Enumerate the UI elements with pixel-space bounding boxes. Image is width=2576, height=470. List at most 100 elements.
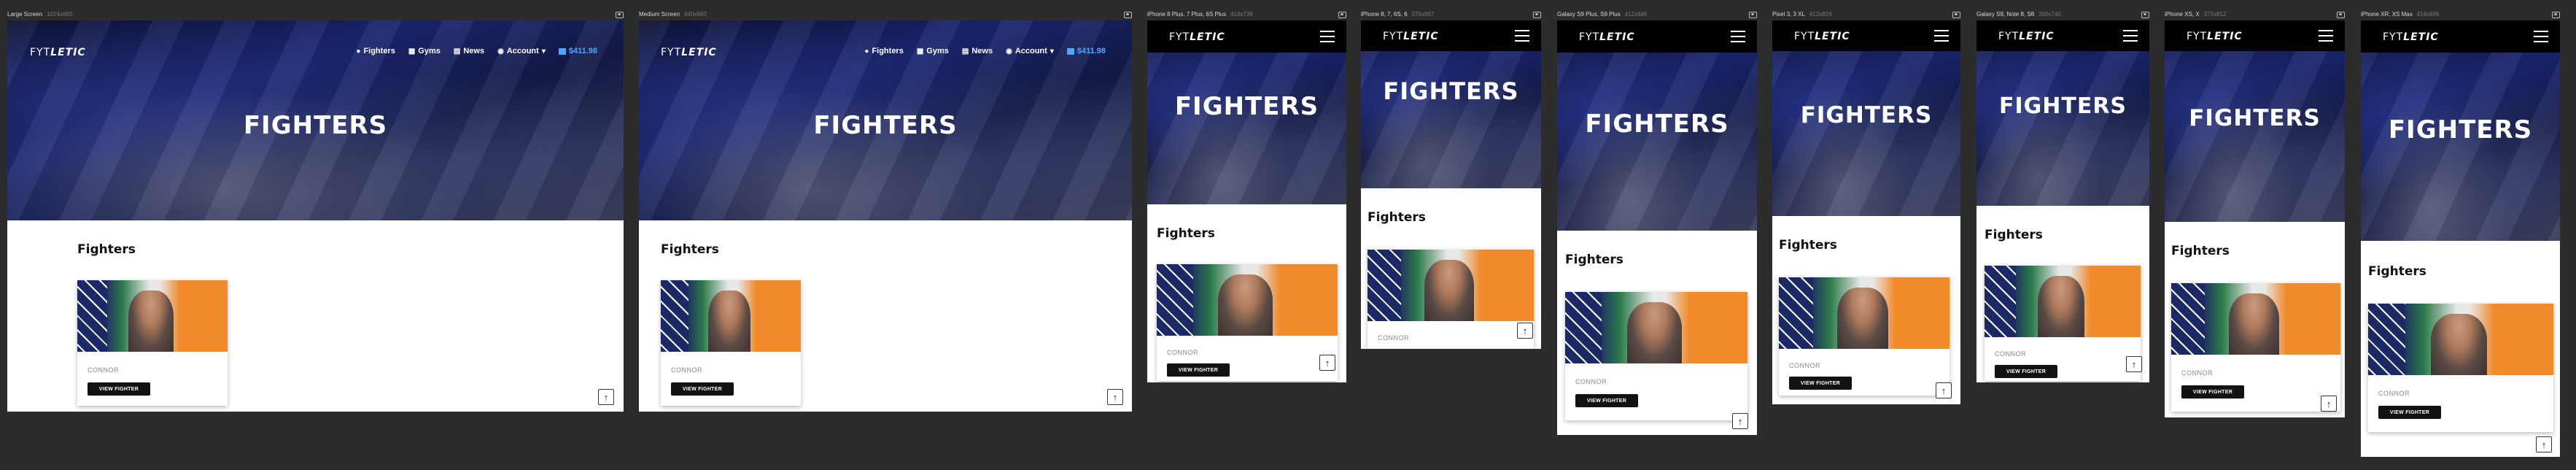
hamburger-menu-icon[interactable] bbox=[1320, 31, 1335, 42]
fighter-name: CONNOR bbox=[1378, 334, 1409, 342]
nav-account[interactable]: ◉ Account ▾ bbox=[497, 47, 546, 55]
image-icon bbox=[1338, 12, 1346, 18]
fighter-name: CONNOR bbox=[671, 366, 702, 374]
chevron-down-icon: ▾ bbox=[1050, 47, 1054, 55]
artboard-label: Pixel 3, 3 XL 412x824 bbox=[1772, 11, 1832, 18]
fighter-card: CONNOR VIEW FIGHTER bbox=[661, 280, 801, 406]
fighter-name: CONNOR bbox=[1995, 350, 2026, 358]
view-fighter-button[interactable]: VIEW FIGHTER bbox=[1995, 365, 2057, 378]
fighter-card: CONNOR VIEW FIGHTER bbox=[77, 280, 228, 406]
fighter-image[interactable] bbox=[661, 280, 801, 352]
hamburger-menu-icon[interactable] bbox=[1515, 30, 1529, 42]
arrow-up-icon: ↑ bbox=[2541, 439, 2547, 450]
screen: FIGHTERS FYTLETIC Fighters CONNOR VIEW F… bbox=[2165, 20, 2345, 417]
mobile-nav: FYTLETIC bbox=[2165, 20, 2345, 51]
view-fighter-button[interactable]: VIEW FIGHTER bbox=[1575, 394, 1638, 407]
mobile-nav: FYTLETIC bbox=[1147, 20, 1346, 53]
fighter-image[interactable] bbox=[2368, 304, 2553, 375]
fighter-card: CONNOR VIEW FIGHTER bbox=[1779, 277, 1950, 396]
fighter-name: CONNOR bbox=[1789, 362, 1820, 369]
image-icon bbox=[2337, 12, 2345, 18]
fighter-name: CONNOR bbox=[2181, 369, 2213, 377]
section-title: Fighters bbox=[1367, 210, 1426, 225]
scroll-top-button[interactable]: ↑ bbox=[2321, 396, 2337, 412]
nav-cart[interactable]: $411.98 bbox=[558, 47, 597, 55]
scroll-top-button[interactable]: ↑ bbox=[1107, 389, 1123, 405]
scroll-top-button[interactable]: ↑ bbox=[1732, 413, 1748, 429]
section-title: Fighters bbox=[661, 242, 719, 257]
nav-cart[interactable]: $411.98 bbox=[1066, 47, 1106, 55]
hamburger-menu-icon[interactable] bbox=[1731, 31, 1745, 42]
artboard-label: iPhone XS, X 375x812 bbox=[2165, 11, 2227, 18]
view-fighter-button[interactable]: VIEW FIGHTER bbox=[1167, 363, 1230, 377]
logo[interactable]: FYTLETIC bbox=[1579, 31, 1635, 43]
arrow-up-icon: ↑ bbox=[1941, 385, 1947, 396]
fighter-card: CONNOR VIEW FIGHTER bbox=[2171, 283, 2340, 412]
view-fighter-button[interactable]: VIEW FIGHTER bbox=[1789, 377, 1852, 390]
hamburger-menu-icon[interactable] bbox=[2534, 31, 2548, 42]
user-circle-icon: ◉ bbox=[1006, 47, 1012, 55]
mobile-nav: FYTLETIC bbox=[1361, 20, 1541, 51]
fighter-image[interactable] bbox=[1565, 292, 1747, 363]
logo[interactable]: FYTLETIC bbox=[661, 47, 717, 58]
image-icon bbox=[1124, 12, 1132, 18]
image-icon bbox=[1533, 12, 1541, 18]
fighter-image[interactable] bbox=[1985, 266, 2141, 337]
user-circle-icon: ◉ bbox=[497, 47, 504, 55]
logo[interactable]: FYTLETIC bbox=[1169, 31, 1225, 43]
fighter-card: CONNOR bbox=[1367, 250, 1534, 349]
logo[interactable]: FYTLETIC bbox=[2187, 31, 2243, 42]
hero-title: FIGHTERS bbox=[1383, 77, 1519, 105]
view-fighter-button[interactable]: VIEW FIGHTER bbox=[671, 382, 734, 396]
hero-title: FIGHTERS bbox=[2388, 115, 2533, 145]
scroll-top-button[interactable]: ↑ bbox=[598, 389, 614, 405]
fighter-image[interactable] bbox=[2171, 283, 2340, 355]
fighter-image[interactable] bbox=[1367, 250, 1534, 321]
image-icon bbox=[616, 12, 624, 18]
nav-account[interactable]: ◉ Account ▾ bbox=[1006, 47, 1054, 55]
hero-title: FIGHTERS bbox=[1174, 92, 1319, 121]
nav-news[interactable]: ▤ News bbox=[962, 47, 993, 55]
logo[interactable]: FYTLETIC bbox=[30, 47, 86, 58]
scroll-top-button[interactable]: ↑ bbox=[1319, 355, 1335, 371]
screen: FIGHTERS FYTLETIC Fighters CONNOR VIEW F… bbox=[1557, 20, 1757, 435]
fighter-image[interactable] bbox=[1779, 277, 1950, 349]
hamburger-menu-icon[interactable] bbox=[2319, 30, 2333, 42]
users-icon: ● bbox=[864, 47, 869, 55]
arrow-up-icon: ↑ bbox=[603, 391, 609, 403]
fighter-card: CONNOR VIEW FIGHTER bbox=[1985, 266, 2141, 381]
image-icon bbox=[2552, 12, 2560, 18]
fighter-card: CONNOR VIEW FIGHTER bbox=[1565, 292, 1747, 420]
nav-gyms[interactable]: ▦ Gyms bbox=[408, 47, 441, 55]
view-fighter-button[interactable]: VIEW FIGHTER bbox=[2378, 406, 2441, 419]
hamburger-menu-icon[interactable] bbox=[1934, 30, 1949, 42]
hero-title: FIGHTERS bbox=[1585, 109, 1729, 139]
nav-fighters[interactable]: ● Fighters bbox=[864, 47, 903, 55]
hamburger-menu-icon[interactable] bbox=[2123, 30, 2138, 42]
scroll-top-button[interactable]: ↑ bbox=[2536, 436, 2552, 452]
mobile-nav: FYTLETIC bbox=[2361, 20, 2560, 53]
mobile-nav: FYTLETIC bbox=[1772, 20, 1960, 51]
arrow-up-icon: ↑ bbox=[2326, 398, 2332, 409]
logo[interactable]: FYTLETIC bbox=[2383, 31, 2439, 43]
section-title: Fighters bbox=[2368, 264, 2426, 279]
scroll-top-button[interactable]: ↑ bbox=[1517, 323, 1533, 339]
logo[interactable]: FYTLETIC bbox=[1998, 31, 2055, 42]
building-icon: ▦ bbox=[916, 47, 924, 55]
view-fighter-button[interactable]: VIEW FIGHTER bbox=[2181, 385, 2244, 398]
logo[interactable]: FYTLETIC bbox=[1794, 31, 1850, 42]
fighter-image[interactable] bbox=[77, 280, 228, 352]
section-title: Fighters bbox=[1157, 226, 1215, 241]
fighter-name: CONNOR bbox=[88, 366, 119, 374]
logo[interactable]: FYTLETIC bbox=[1383, 31, 1439, 42]
scroll-top-button[interactable]: ↑ bbox=[1936, 382, 1952, 398]
view-fighter-button[interactable]: VIEW FIGHTER bbox=[88, 382, 150, 396]
artboard-label: Large Screen 1024x683 bbox=[7, 11, 73, 18]
fighter-name: CONNOR bbox=[1575, 378, 1607, 385]
nav-news[interactable]: ▤ News bbox=[454, 47, 484, 55]
fighter-image[interactable] bbox=[1157, 264, 1338, 336]
arrow-up-icon: ↑ bbox=[1522, 325, 1528, 336]
nav-gyms[interactable]: ▦ Gyms bbox=[917, 47, 949, 55]
nav-fighters[interactable]: ● Fighters bbox=[356, 47, 395, 55]
scroll-top-button[interactable]: ↑ bbox=[2126, 356, 2142, 372]
